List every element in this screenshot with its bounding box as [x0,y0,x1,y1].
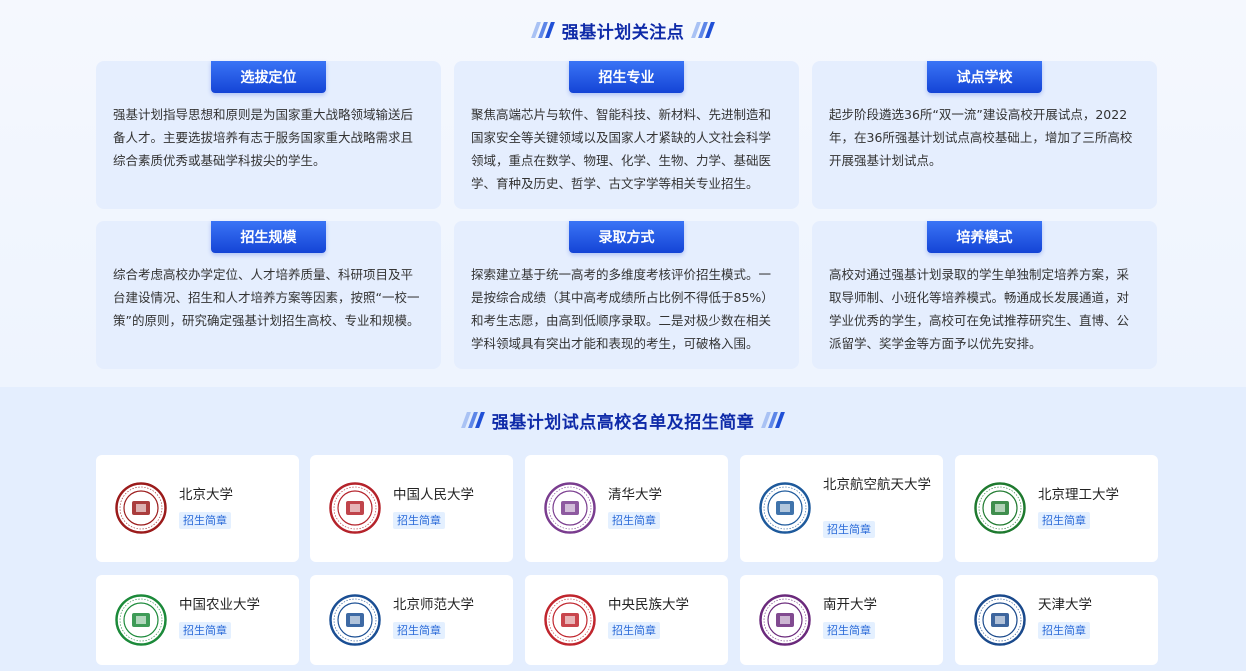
focus-card-text: 探索建立基于统一高考的多维度考核评价招生模式。一是按综合成绩（其中高考成绩所占比… [471,267,774,351]
university-card[interactable]: 中国农业大学 招生简章 [96,575,299,665]
focus-card-scale: 招生规模 综合考虑高校办学定位、人才培养质量、科研项目及平台建设情况、招生和人才… [96,221,441,369]
admission-brochure-link[interactable]: 招生简章 [1038,622,1090,639]
university-name: 清华大学 [608,487,662,503]
admission-brochure-link[interactable]: 招生简章 [1038,512,1090,529]
ruc-seal-icon [329,482,381,534]
tju-seal-icon [974,594,1026,646]
focus-card-text: 综合考虑高校办学定位、人才培养质量、科研项目及平台建设情况、招生和人才培养方案等… [113,267,420,328]
cau-seal-icon [115,594,167,646]
admission-brochure-link[interactable]: 招生简章 [608,512,660,529]
slash-decoration-icon [691,22,716,38]
admission-brochure-link[interactable]: 招生简章 [823,521,875,538]
university-name: 中国人民大学 [393,487,474,503]
focus-card-text: 聚焦高端芯片与软件、智能科技、新材料、先进制造和国家安全等关键领域以及国家人才紧… [471,107,772,191]
nankai-seal-icon [759,594,811,646]
university-card[interactable]: 北京师范大学 招生简章 [310,575,513,665]
university-card[interactable]: 清华大学 招生简章 [525,455,728,562]
universities-section-title: 强基计划试点高校名单及招生简章 [0,405,1246,435]
slash-decoration-icon [460,412,485,428]
focus-card-title: 试点学校 [927,61,1042,93]
slash-decoration-icon [530,22,555,38]
university-card[interactable]: 天津大学 招生简章 [955,575,1158,665]
university-card[interactable]: 北京航空航天大学 招生简章 [740,455,943,562]
university-name: 北京航空航天大学 [823,477,931,493]
focus-card-title: 录取方式 [569,221,684,253]
buaa-seal-icon [759,482,811,534]
tsinghua-seal-icon [544,482,596,534]
focus-card-positioning: 选拔定位 强基计划指导思想和原则是为国家重大战略领域输送后备人才。主要选拔培养有… [96,61,441,209]
university-card[interactable]: 南开大学 招生简章 [740,575,943,665]
focus-card-title: 招生专业 [569,61,684,93]
admission-brochure-link[interactable]: 招生简章 [179,512,231,529]
university-card[interactable]: 中国人民大学 招生简章 [310,455,513,562]
university-card[interactable]: 中央民族大学 招生简章 [525,575,728,665]
muc-seal-icon [544,594,596,646]
focus-card-text: 高校对通过强基计划录取的学生单独制定培养方案，采取导师制、小班化等培养模式。畅通… [829,267,1130,351]
university-name: 北京师范大学 [393,597,474,613]
focus-card-majors: 招生专业 聚焦高端芯片与软件、智能科技、新材料、先进制造和国家安全等关键领域以及… [454,61,799,209]
university-name: 北京大学 [179,487,233,503]
focus-section-title: 强基计划关注点 [0,15,1246,45]
university-card[interactable]: 北京理工大学 招生简章 [955,455,1158,562]
university-card[interactable]: 北京大学 招生简章 [96,455,299,562]
bit-seal-icon [974,482,1026,534]
focus-card-training: 培养模式 高校对通过强基计划录取的学生单独制定培养方案，采取导师制、小班化等培养… [812,221,1157,369]
focus-card-admission: 录取方式 探索建立基于统一高考的多维度考核评价招生模式。一是按综合成绩（其中高考… [454,221,799,369]
slash-decoration-icon [761,412,786,428]
focus-card-pilot-schools: 试点学校 起步阶段遴选36所“双一流”建设高校开展试点，2022年，在36所强基… [812,61,1157,209]
focus-card-text: 强基计划指导思想和原则是为国家重大战略领域输送后备人才。主要选拔培养有志于服务国… [113,107,414,168]
admission-brochure-link[interactable]: 招生简章 [179,622,231,639]
universities-title-text: 强基计划试点高校名单及招生简章 [491,412,755,433]
pku-seal-icon [115,482,167,534]
focus-card-text: 起步阶段遴选36所“双一流”建设高校开展试点，2022年，在36所强基计划试点高… [829,107,1133,168]
focus-title-text: 强基计划关注点 [561,22,685,43]
university-name: 中央民族大学 [608,597,689,613]
admission-brochure-link[interactable]: 招生简章 [608,622,660,639]
focus-card-title: 选拔定位 [211,61,326,93]
focus-card-title: 招生规模 [211,221,326,253]
admission-brochure-link[interactable]: 招生简章 [393,622,445,639]
university-name: 天津大学 [1038,597,1092,613]
admission-brochure-link[interactable]: 招生简章 [823,622,875,639]
university-name: 南开大学 [823,597,877,613]
bnu-seal-icon [329,594,381,646]
focus-card-title: 培养模式 [927,221,1042,253]
admission-brochure-link[interactable]: 招生简章 [393,512,445,529]
university-name: 中国农业大学 [179,597,260,613]
university-name: 北京理工大学 [1038,487,1119,503]
